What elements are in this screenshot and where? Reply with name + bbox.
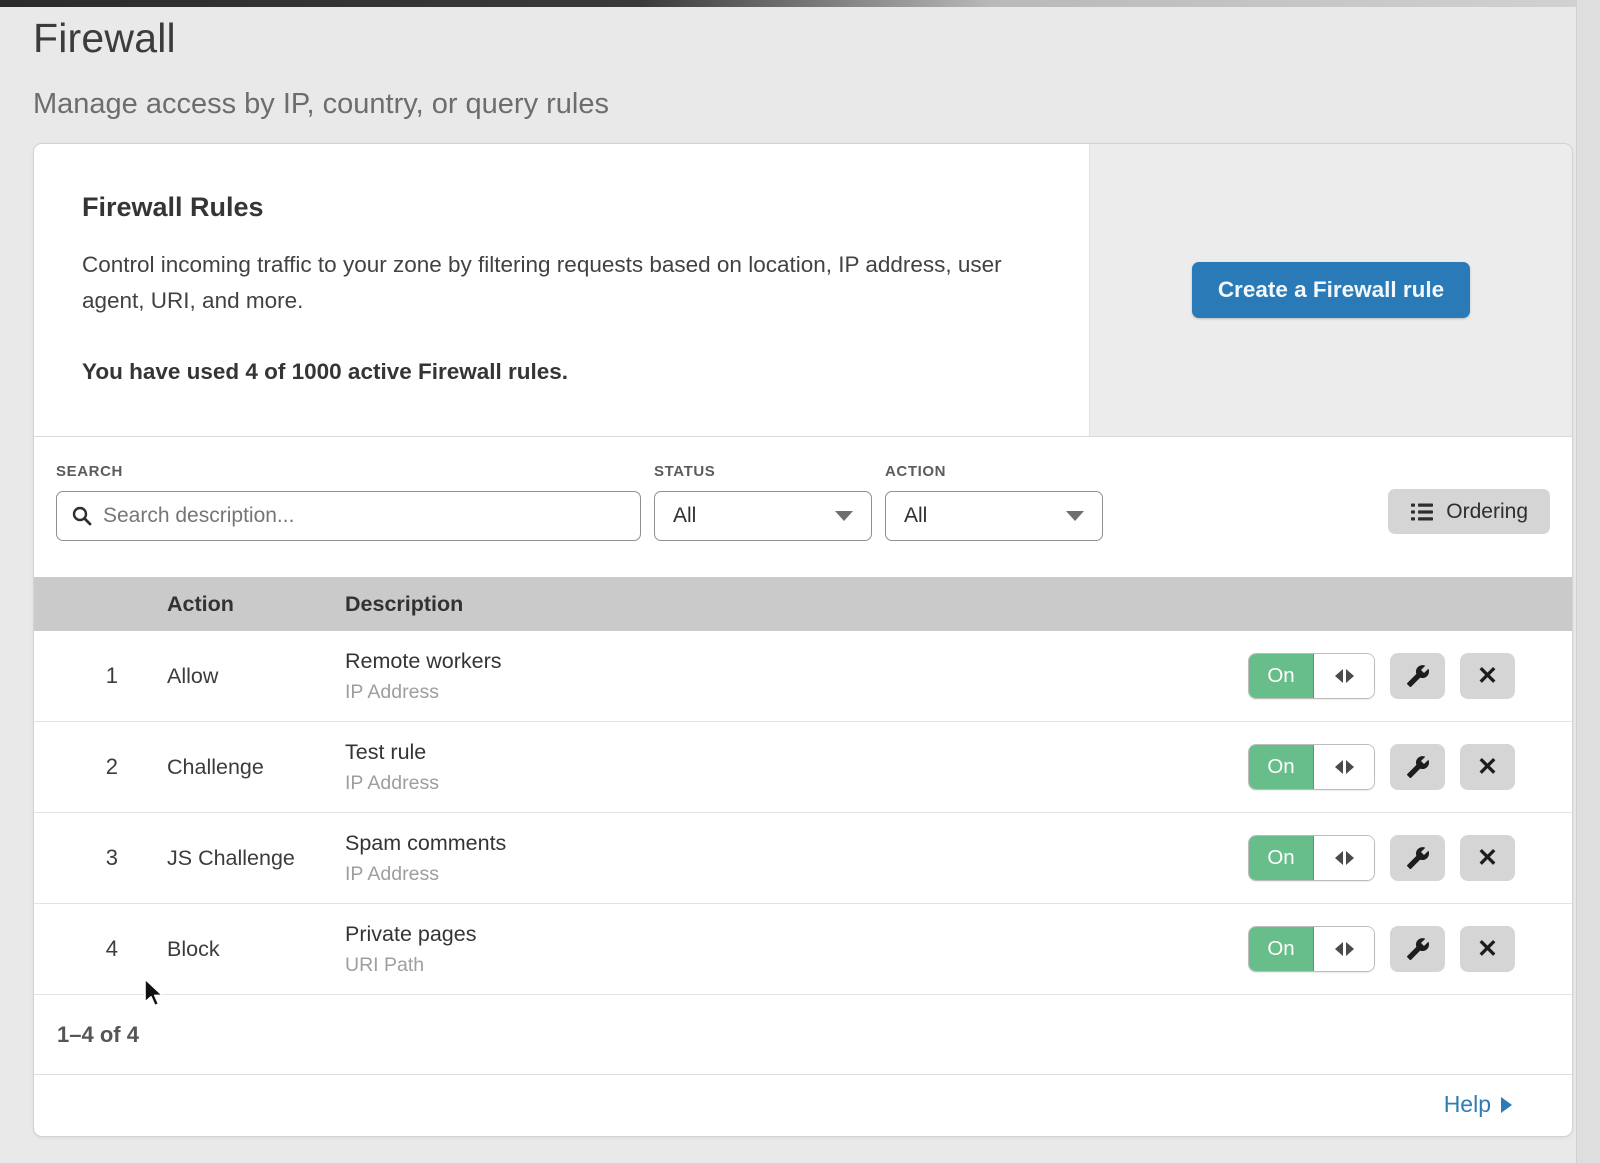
search-input[interactable] xyxy=(103,504,626,528)
rule-enabled-toggle[interactable]: On xyxy=(1248,926,1375,972)
overview-action-panel: Create a Firewall rule xyxy=(1089,144,1572,436)
action-column-header: Action xyxy=(134,592,312,617)
toggle-knob[interactable] xyxy=(1314,745,1374,789)
rule-action: Allow xyxy=(134,664,312,689)
arrow-right-icon xyxy=(1346,760,1354,774)
delete-rule-button[interactable]: ✕ xyxy=(1460,835,1515,881)
action-select-value: All xyxy=(904,504,927,528)
page-right-gutter xyxy=(1576,0,1600,1163)
toggle-on-label: On xyxy=(1249,654,1314,698)
chevron-down-icon xyxy=(1066,511,1084,521)
create-firewall-rule-button[interactable]: Create a Firewall rule xyxy=(1192,262,1470,318)
rule-enabled-toggle[interactable]: On xyxy=(1248,653,1375,699)
chevron-down-icon xyxy=(835,511,853,521)
toggle-on-label: On xyxy=(1249,927,1314,971)
ordering-button[interactable]: Ordering xyxy=(1388,489,1550,534)
search-icon xyxy=(71,505,93,527)
page-title: Firewall xyxy=(33,15,1567,62)
pagination-bar: 1–4 of 4 xyxy=(34,995,1572,1075)
ordering-list-icon xyxy=(1410,502,1434,522)
overview-description: Control incoming traffic to your zone by… xyxy=(82,247,1032,319)
ordering-button-label: Ordering xyxy=(1446,500,1528,524)
status-label: STATUS xyxy=(654,463,872,480)
close-icon: ✕ xyxy=(1477,937,1498,962)
rule-action: Block xyxy=(134,937,312,962)
rule-enabled-toggle[interactable]: On xyxy=(1248,835,1375,881)
overview-section: Firewall Rules Control incoming traffic … xyxy=(34,144,1572,437)
table-row: 3 JS Challenge Spam comments IP Address … xyxy=(34,813,1572,904)
help-link-label: Help xyxy=(1444,1091,1491,1118)
rule-priority: 4 xyxy=(34,936,134,962)
edit-rule-button[interactable] xyxy=(1390,926,1445,972)
table-header: Action Description xyxy=(34,577,1572,631)
rule-field: URI Path xyxy=(345,954,1248,977)
rule-description: Test rule xyxy=(345,740,1248,765)
rule-field: IP Address xyxy=(345,772,1248,795)
overview-usage-count: You have used 4 of 1000 active Firewall … xyxy=(82,359,1039,385)
toggle-on-label: On xyxy=(1249,836,1314,880)
arrow-right-icon xyxy=(1346,942,1354,956)
close-icon: ✕ xyxy=(1477,755,1498,780)
edit-rule-button[interactable] xyxy=(1390,653,1445,699)
toggle-knob[interactable] xyxy=(1314,836,1374,880)
toggle-knob[interactable] xyxy=(1314,654,1374,698)
toggle-on-label: On xyxy=(1249,745,1314,789)
wrench-icon xyxy=(1406,755,1430,779)
page-header: Firewall Manage access by IP, country, o… xyxy=(0,7,1600,121)
rule-field: IP Address xyxy=(345,681,1248,704)
overview-text-panel: Firewall Rules Control incoming traffic … xyxy=(34,144,1089,436)
action-label: ACTION xyxy=(885,463,1103,480)
rule-priority: 3 xyxy=(34,845,134,871)
wrench-icon xyxy=(1406,937,1430,961)
arrow-left-icon xyxy=(1335,942,1343,956)
wrench-icon xyxy=(1406,664,1430,688)
table-row: 2 Challenge Test rule IP Address On ✕ xyxy=(34,722,1572,813)
rule-description: Spam comments xyxy=(345,831,1248,856)
rule-action: Challenge xyxy=(134,755,312,780)
table-row: 4 Block Private pages URI Path On ✕ xyxy=(34,904,1572,995)
rule-enabled-toggle[interactable]: On xyxy=(1248,744,1375,790)
action-filter-group: ACTION All xyxy=(885,463,1103,541)
arrow-right-icon xyxy=(1346,851,1354,865)
arrow-left-icon xyxy=(1335,851,1343,865)
firewall-rules-card: Firewall Rules Control incoming traffic … xyxy=(33,143,1573,1137)
status-select[interactable]: All xyxy=(654,491,872,541)
edit-rule-button[interactable] xyxy=(1390,744,1445,790)
delete-rule-button[interactable]: ✕ xyxy=(1460,926,1515,972)
search-filter-group: SEARCH xyxy=(56,463,641,541)
arrow-left-icon xyxy=(1335,760,1343,774)
toggle-knob[interactable] xyxy=(1314,927,1374,971)
close-icon: ✕ xyxy=(1477,664,1498,689)
page-subtitle: Manage access by IP, country, or query r… xyxy=(33,88,1567,121)
table-row: 1 Allow Remote workers IP Address On ✕ xyxy=(34,631,1572,722)
rule-description: Private pages xyxy=(345,922,1248,947)
description-column-header: Description xyxy=(312,592,1572,617)
rule-description: Remote workers xyxy=(345,649,1248,674)
wrench-icon xyxy=(1406,846,1430,870)
close-icon: ✕ xyxy=(1477,846,1498,871)
status-filter-group: STATUS All xyxy=(654,463,872,541)
delete-rule-button[interactable]: ✕ xyxy=(1460,653,1515,699)
arrow-left-icon xyxy=(1335,669,1343,683)
delete-rule-button[interactable]: ✕ xyxy=(1460,744,1515,790)
rule-priority: 2 xyxy=(34,754,134,780)
rule-field: IP Address xyxy=(345,863,1248,886)
action-select[interactable]: All xyxy=(885,491,1103,541)
edit-rule-button[interactable] xyxy=(1390,835,1445,881)
arrow-right-icon xyxy=(1346,669,1354,683)
search-label: SEARCH xyxy=(56,463,641,480)
mouse-cursor xyxy=(142,978,170,1015)
arrow-right-icon xyxy=(1501,1097,1512,1113)
status-select-value: All xyxy=(673,504,696,528)
rule-action: JS Challenge xyxy=(134,846,312,871)
filters-bar: SEARCH STATUS All ACTION All xyxy=(34,437,1572,577)
help-link[interactable]: Help xyxy=(1444,1091,1512,1118)
card-footer: Help xyxy=(34,1075,1572,1133)
overview-heading: Firewall Rules xyxy=(82,192,1039,223)
window-top-edge xyxy=(0,0,1600,7)
rule-priority: 1 xyxy=(34,663,134,689)
search-box[interactable] xyxy=(56,491,641,541)
pagination-range: 1–4 of 4 xyxy=(57,1022,139,1048)
